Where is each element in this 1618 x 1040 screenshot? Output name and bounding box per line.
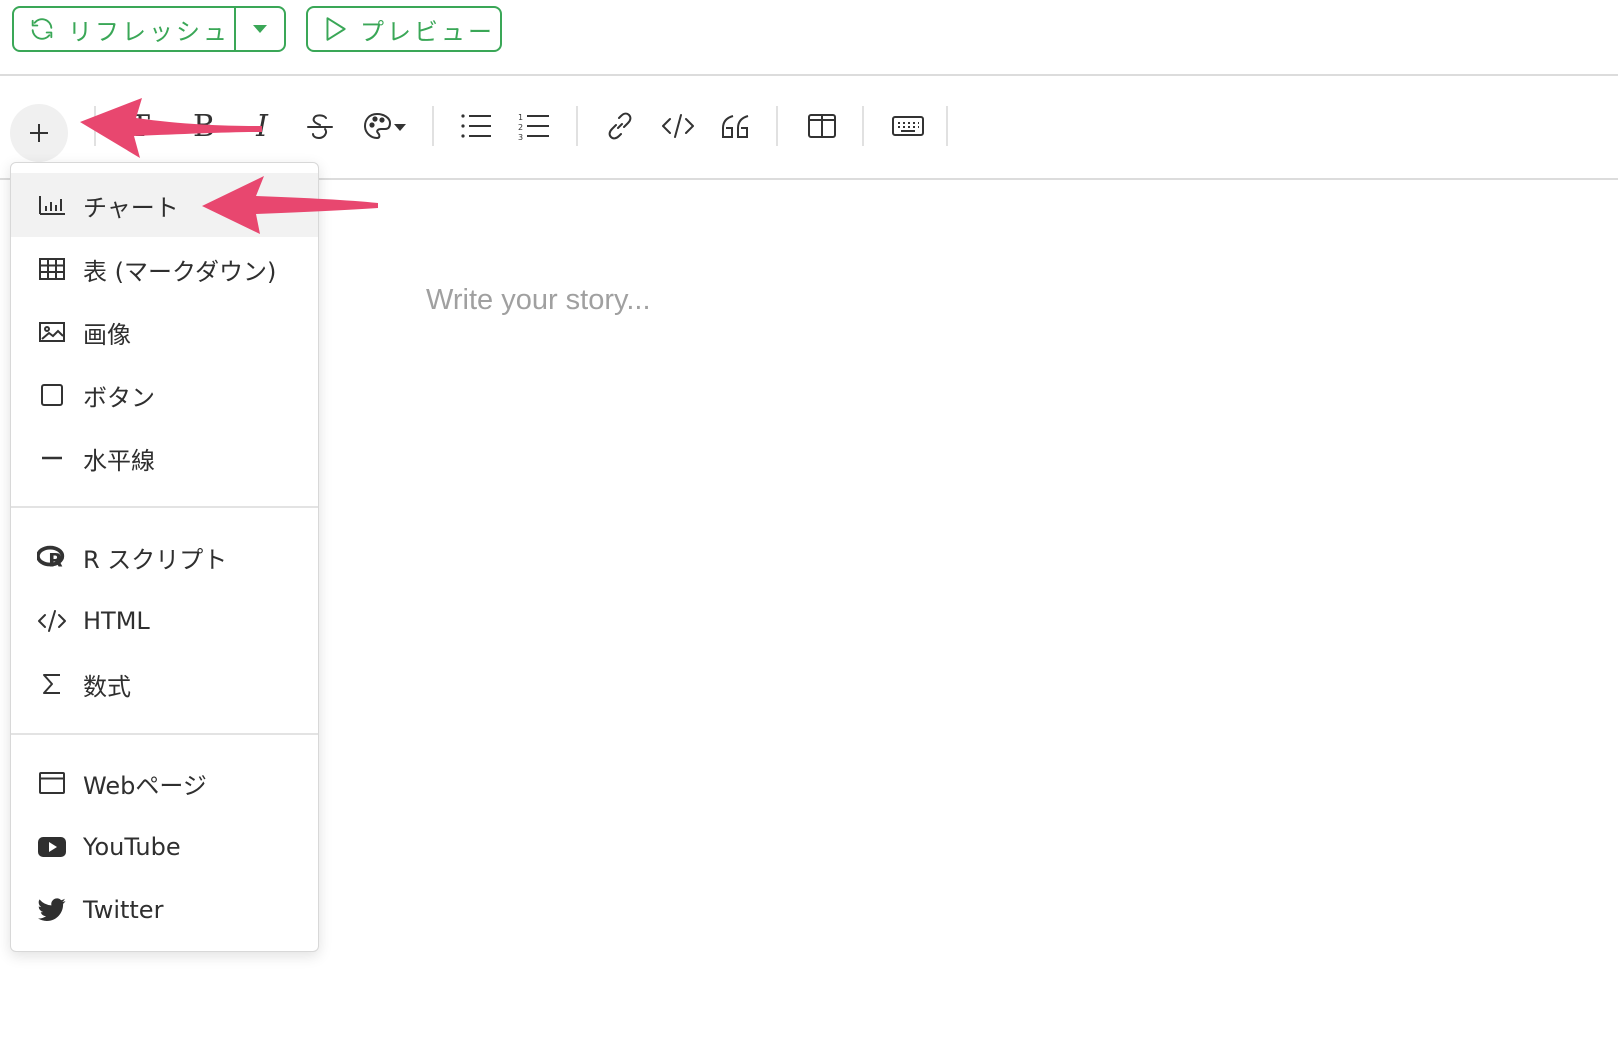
- toolbar-separator: [862, 106, 864, 146]
- svg-text:3: 3: [518, 133, 523, 140]
- toolbar-separator: [432, 106, 434, 146]
- menu-item-label: Twitter: [83, 896, 164, 924]
- column-layout-button[interactable]: [800, 106, 844, 146]
- refresh-label: リフレッシュ: [68, 17, 230, 46]
- quote-button[interactable]: [714, 106, 758, 146]
- r-logo-icon: R: [37, 542, 67, 572]
- menu-item-formula[interactable]: 数式: [11, 652, 318, 716]
- link-button[interactable]: [598, 106, 642, 146]
- italic-icon: I: [256, 108, 268, 144]
- preview-button[interactable]: プレビュー: [306, 6, 502, 52]
- minus-icon: [37, 443, 67, 473]
- toolbar-separator: [576, 106, 578, 146]
- code-button[interactable]: [656, 106, 700, 146]
- story-editor-placeholder[interactable]: Write your story...: [426, 284, 651, 317]
- quote-icon: [722, 115, 749, 138]
- menu-item-label: 画像: [83, 320, 131, 349]
- code-icon: [662, 114, 694, 138]
- square-icon: [37, 380, 67, 410]
- refresh-icon: [31, 18, 53, 40]
- italic-button[interactable]: I: [240, 106, 284, 146]
- heading-icon: T: [129, 108, 150, 144]
- heading-button[interactable]: T: [118, 106, 162, 146]
- numbered-list-button[interactable]: 1 2 3: [512, 106, 556, 146]
- palette-icon: [363, 112, 406, 140]
- bullet-list-icon: [461, 114, 491, 138]
- menu-divider: [11, 733, 318, 735]
- menu-item-button[interactable]: ボタン: [11, 363, 318, 427]
- bold-icon: B: [192, 108, 216, 144]
- menu-divider: [11, 506, 318, 508]
- image-icon: [37, 317, 67, 347]
- svg-text:2: 2: [518, 123, 523, 132]
- svg-text:1: 1: [518, 113, 523, 122]
- youtube-icon: [37, 832, 67, 862]
- refresh-dropdown-toggle[interactable]: [236, 8, 284, 50]
- menu-item-horizontal-rule[interactable]: 水平線: [11, 426, 318, 490]
- columns-icon: [808, 114, 836, 138]
- insert-plus-button[interactable]: [10, 104, 68, 162]
- strikethrough-icon: [307, 114, 333, 140]
- menu-item-label: チャート: [83, 193, 179, 222]
- menu-item-table[interactable]: 表 (マークダウン): [11, 237, 318, 301]
- menu-item-label: HTML: [83, 607, 150, 635]
- refresh-button[interactable]: リフレッシュ: [14, 8, 236, 50]
- plus-icon: [30, 124, 48, 142]
- link-icon: [608, 112, 632, 140]
- toolbar-separator: [776, 106, 778, 146]
- bullet-list-button[interactable]: [454, 106, 498, 146]
- menu-item-image[interactable]: 画像: [11, 300, 318, 364]
- insert-menu: チャート 表 (マークダウン) 画像 ボタン 水平線 R R スクリプト HTM…: [10, 162, 319, 952]
- refresh-button-group: リフレッシュ: [12, 6, 286, 52]
- menu-item-label: ボタン: [83, 383, 155, 412]
- menu-item-twitter[interactable]: Twitter: [11, 878, 318, 942]
- top-bar: リフレッシュ プレビュー: [0, 0, 1618, 76]
- code-icon: [37, 606, 67, 636]
- color-palette-button[interactable]: [362, 106, 412, 146]
- keyboard-shortcuts-button[interactable]: [886, 106, 930, 146]
- bold-button[interactable]: B: [182, 106, 226, 146]
- svg-text:R: R: [48, 550, 63, 569]
- menu-item-webpage[interactable]: Webページ: [11, 751, 318, 815]
- menu-item-r-script[interactable]: R R スクリプト: [11, 525, 318, 589]
- menu-item-label: YouTube: [83, 833, 181, 861]
- numbered-list-icon: 1 2 3: [518, 113, 549, 140]
- caret-down-icon: [253, 25, 267, 33]
- play-icon: [326, 17, 346, 41]
- menu-item-label: 表 (マークダウン): [83, 257, 277, 286]
- menu-item-html[interactable]: HTML: [11, 589, 318, 653]
- strikethrough-button[interactable]: [298, 106, 342, 146]
- browser-window-icon: [37, 768, 67, 798]
- menu-item-label: 水平線: [83, 446, 155, 475]
- menu-item-label: 数式: [83, 672, 131, 701]
- menu-item-youtube[interactable]: YouTube: [11, 815, 318, 879]
- menu-item-label: R スクリプト: [83, 545, 228, 574]
- bar-chart-icon: [37, 190, 67, 220]
- twitter-icon: [37, 895, 67, 925]
- menu-item-label: Webページ: [83, 771, 207, 800]
- keyboard-icon: [892, 116, 924, 136]
- menu-item-chart[interactable]: チャート: [11, 173, 318, 237]
- sigma-icon: [37, 669, 67, 699]
- toolbar-separator: [946, 106, 948, 146]
- table-icon: [37, 254, 67, 284]
- preview-label: プレビュー: [360, 17, 495, 46]
- toolbar-separator: [94, 106, 96, 146]
